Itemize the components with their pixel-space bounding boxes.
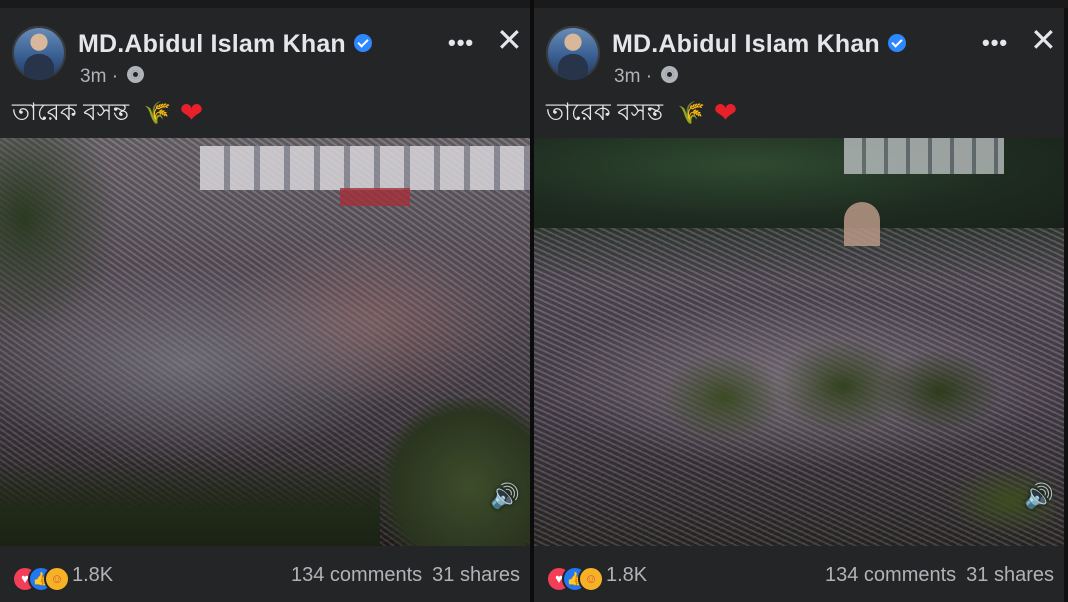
- separator-dot: ·: [645, 66, 653, 87]
- post-meta: 3m ·: [80, 66, 145, 88]
- post-header: MD.Abidul Islam Khan 3m · ••• ✕: [534, 8, 1064, 88]
- shares-count[interactable]: 31 shares: [966, 564, 1054, 586]
- care-reaction-icon: ☺: [44, 566, 70, 592]
- verified-badge-icon: [887, 34, 906, 53]
- video-scene-building: [844, 138, 1004, 174]
- video-scene-stage: [340, 188, 410, 206]
- post-meta: 3m ·: [614, 66, 679, 88]
- video-scene-structure: [844, 202, 880, 246]
- video-scene-palm-trees: [614, 318, 1054, 546]
- red-heart-icon: ❤: [713, 97, 738, 128]
- paddy-sheaf-icon: 🌾: [143, 100, 172, 125]
- post-video[interactable]: 🔊: [534, 138, 1064, 546]
- post-card-left: MD.Abidul Islam Khan 3m · ••• ✕ তারেক বস…: [0, 8, 530, 602]
- top-border: [0, 0, 1068, 8]
- shares-count[interactable]: 31 shares: [432, 564, 520, 586]
- care-reaction-icon: ☺: [578, 566, 604, 592]
- avatar[interactable]: [12, 26, 66, 80]
- video-scene-building: [200, 146, 530, 190]
- separator-dot: ·: [111, 66, 119, 87]
- close-icon[interactable]: ✕: [496, 24, 523, 56]
- verified-badge-icon: [353, 34, 372, 53]
- reaction-count[interactable]: 1.8K: [72, 564, 113, 587]
- screenshot-collage: MD.Abidul Islam Khan 3m · ••• ✕ তারেক বস…: [0, 0, 1068, 602]
- engagement-stats: 134 comments 31 shares: [825, 564, 1054, 587]
- volume-icon[interactable]: 🔊: [490, 482, 520, 512]
- author-name[interactable]: MD.Abidul Islam Khan: [612, 30, 906, 59]
- more-options-icon[interactable]: •••: [982, 30, 1008, 56]
- globe-icon: [127, 66, 145, 84]
- engagement-stats: 134 comments 31 shares: [291, 564, 520, 587]
- post-card-right: MD.Abidul Islam Khan 3m · ••• ✕ তারেক বস…: [534, 8, 1064, 602]
- post-time[interactable]: 3m: [614, 66, 640, 87]
- more-options-icon[interactable]: •••: [448, 30, 474, 56]
- video-scene-trees-right: [380, 398, 530, 546]
- video-scene-trees-bottom: [0, 458, 380, 546]
- paddy-sheaf-icon: 🌾: [677, 100, 706, 125]
- avatar[interactable]: [546, 26, 600, 80]
- author-name-text[interactable]: MD.Abidul Islam Khan: [78, 30, 346, 58]
- post-time[interactable]: 3m: [80, 66, 106, 87]
- post-footer: ♥ 👍 ☺ 1.8K 134 comments 31 shares: [534, 546, 1064, 602]
- video-scene-trees: [0, 138, 120, 338]
- post-caption: তারেক বসন্ত 🌾 ❤: [546, 94, 737, 134]
- post-caption: তারেক বসন্ত 🌾 ❤: [12, 94, 203, 134]
- red-heart-icon: ❤: [179, 97, 204, 128]
- comments-count[interactable]: 134 comments: [291, 564, 422, 586]
- volume-icon[interactable]: 🔊: [1024, 482, 1054, 512]
- close-icon[interactable]: ✕: [1030, 24, 1057, 56]
- caption-text: তারেক বসন্ত: [546, 99, 664, 126]
- post-footer: ♥ 👍 ☺ 1.8K 134 comments 31 shares: [0, 546, 530, 602]
- caption-text: তারেক বসন্ত: [12, 99, 130, 126]
- post-header: MD.Abidul Islam Khan 3m · ••• ✕: [0, 8, 530, 88]
- comments-count[interactable]: 134 comments: [825, 564, 956, 586]
- author-name-text[interactable]: MD.Abidul Islam Khan: [612, 30, 880, 58]
- author-name[interactable]: MD.Abidul Islam Khan: [78, 30, 372, 59]
- post-video[interactable]: 🔊: [0, 138, 530, 546]
- reaction-count[interactable]: 1.8K: [606, 564, 647, 587]
- globe-icon: [661, 66, 679, 84]
